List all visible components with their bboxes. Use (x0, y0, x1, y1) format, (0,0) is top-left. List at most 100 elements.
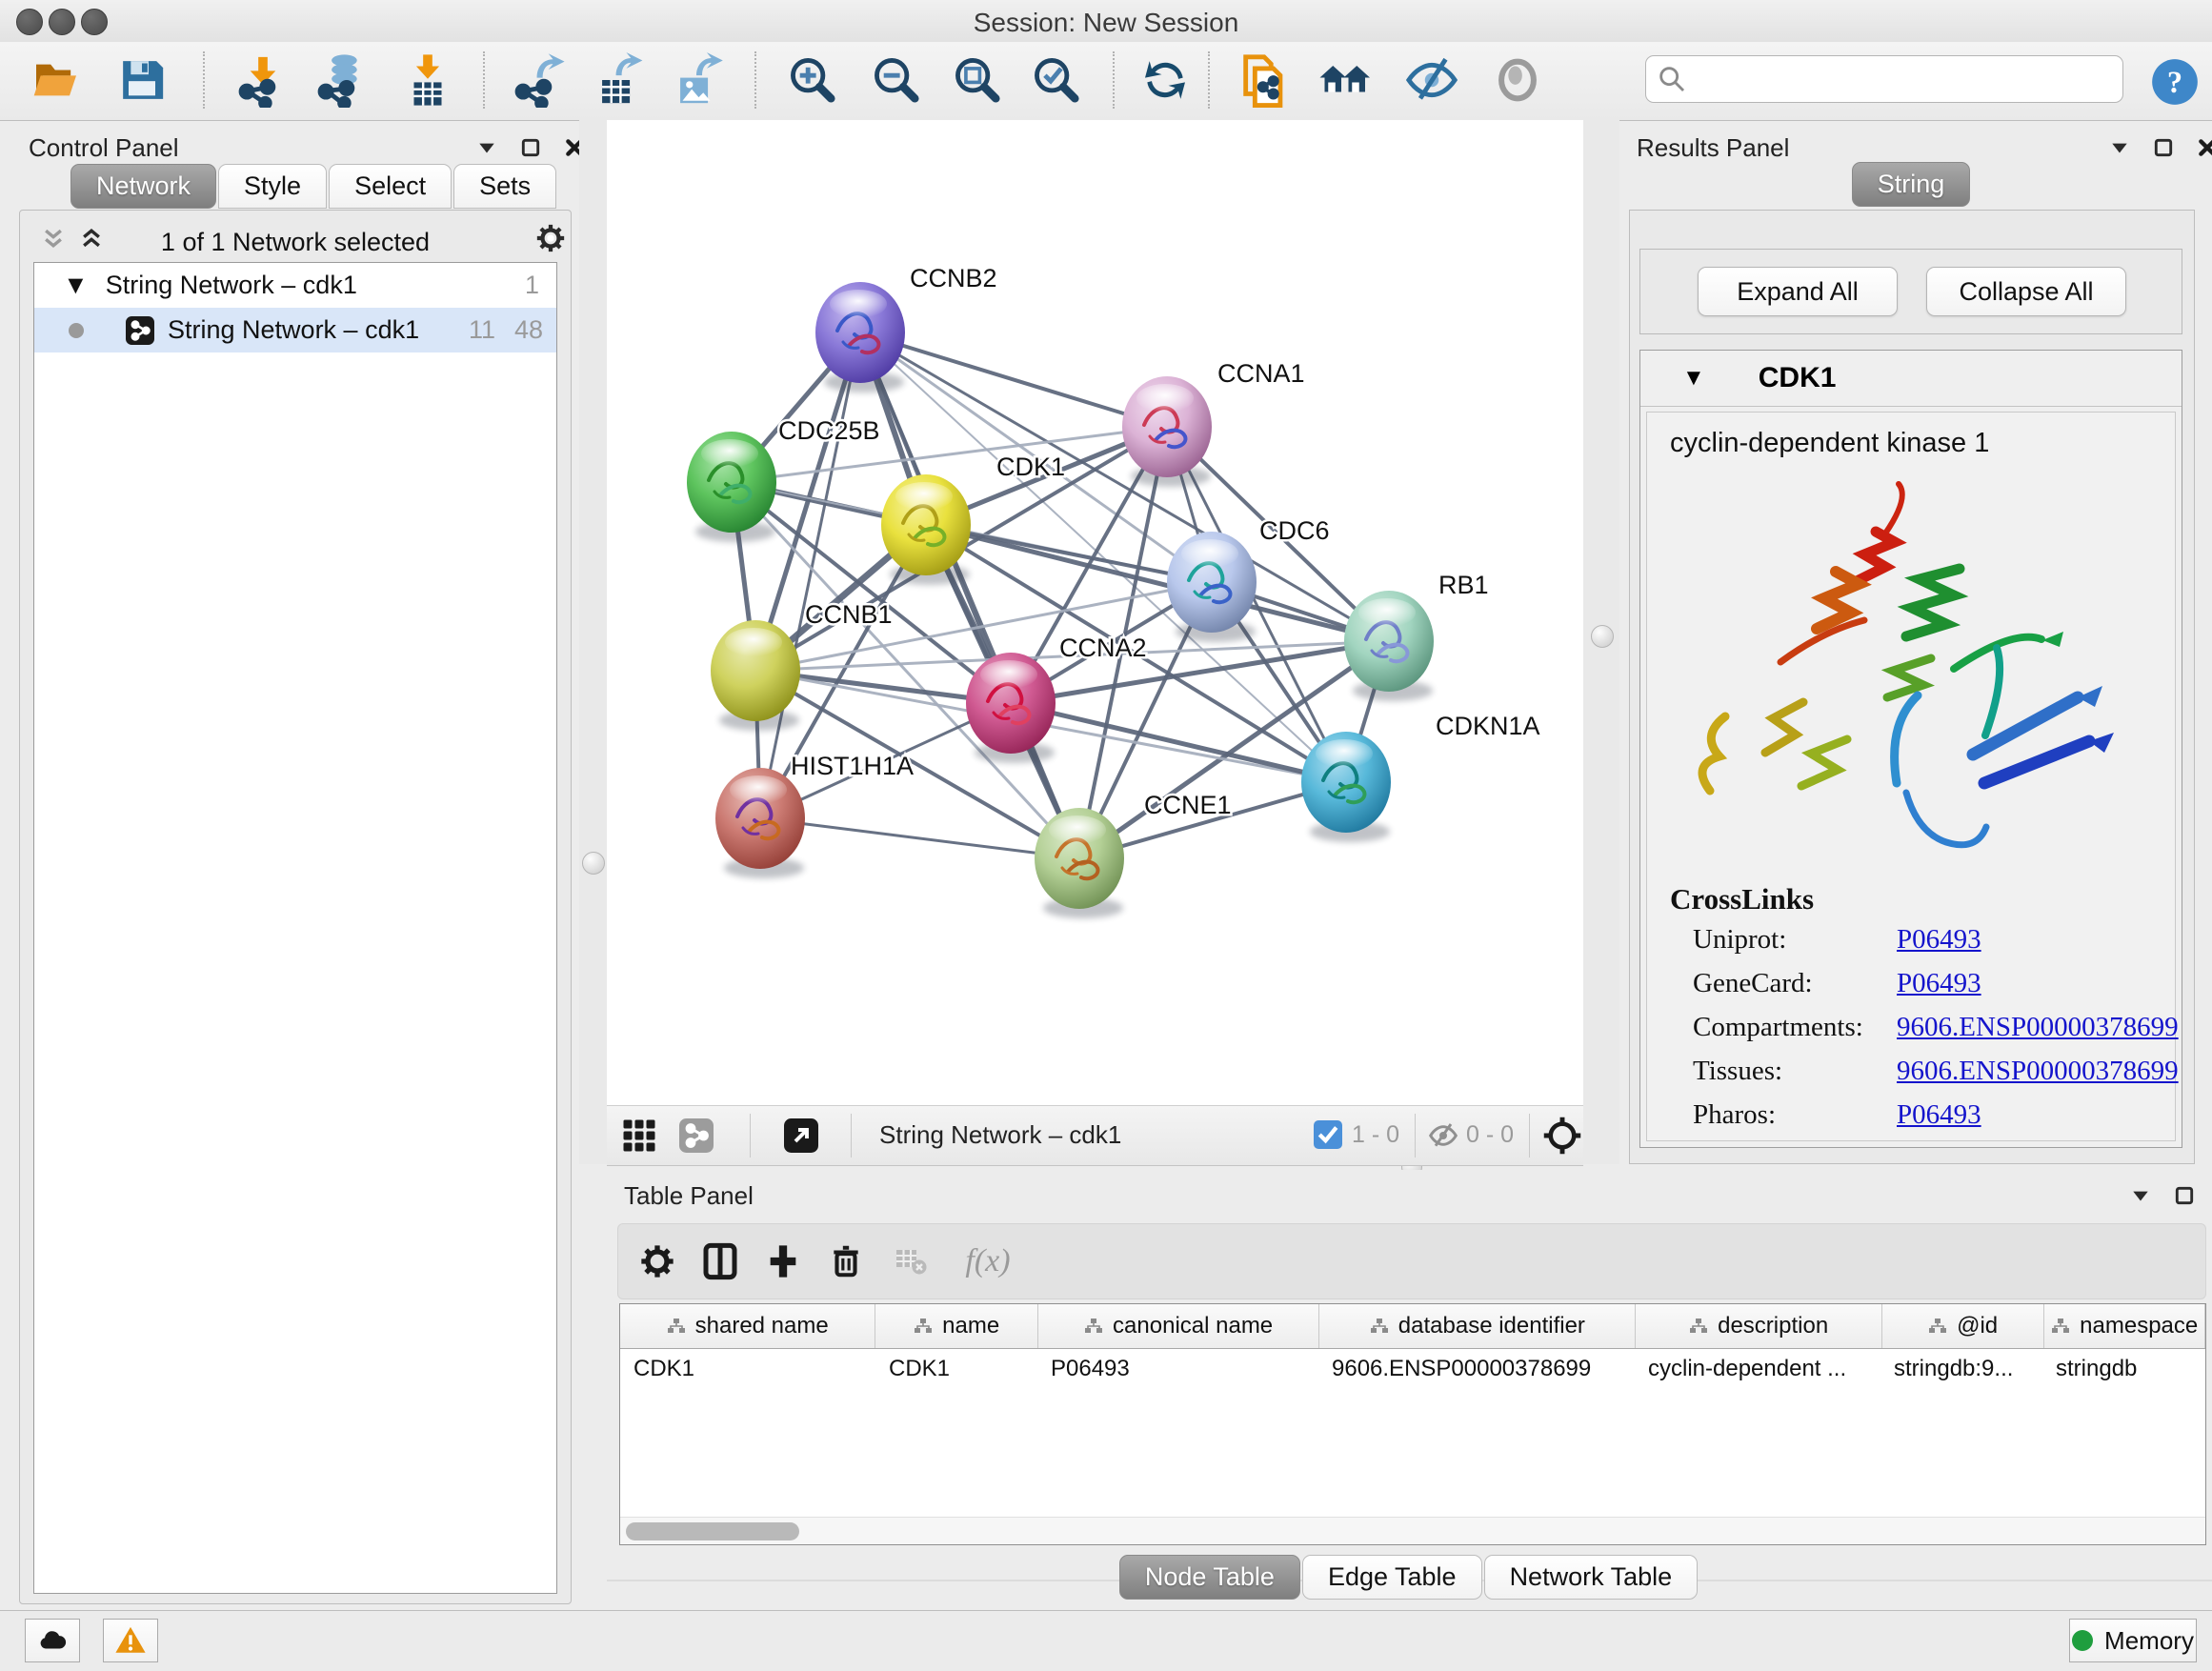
scrollbar-thumb[interactable] (626, 1522, 799, 1540)
search-field[interactable] (1645, 55, 2123, 103)
edge-CCNA2-CDKN1A[interactable] (1011, 703, 1346, 782)
crosslink-link[interactable]: 9606.ENSP00000378699 (1897, 1012, 2179, 1043)
hide-selected-icon[interactable] (1402, 50, 1461, 111)
selected-checkbox-icon[interactable] (1314, 1120, 1342, 1149)
search-input[interactable] (1692, 60, 2115, 96)
open-in-window-icon[interactable] (784, 1118, 818, 1153)
close-panel-icon[interactable] (2191, 131, 2212, 164)
crosslink-link[interactable]: P06493 (1897, 968, 1981, 999)
network-collection-row[interactable]: ▼ String Network – cdk1 1 (34, 263, 556, 308)
maximize-panel-icon[interactable] (2147, 131, 2180, 164)
maximize-panel-icon[interactable] (514, 131, 547, 164)
show-all-icon[interactable] (1488, 50, 1547, 111)
export-image-icon[interactable] (667, 50, 726, 111)
save-session-icon[interactable] (112, 50, 171, 111)
grid-view-icon[interactable] (622, 1118, 656, 1153)
expand-all-button[interactable]: Expand All (1698, 267, 1898, 316)
help-icon[interactable]: ? (2145, 51, 2204, 112)
left-splitter-handle[interactable] (582, 852, 605, 875)
results-panel: Results Panel String Expand All Collapse… (1619, 122, 2204, 1172)
node-CCNA1[interactable] (1122, 376, 1212, 487)
open-session-icon[interactable] (27, 50, 86, 111)
node-result-header[interactable]: ▼ CDK1 (1640, 351, 2182, 407)
node-CDKN1A[interactable] (1301, 732, 1391, 842)
network-view-canvas[interactable]: CCNB2 CCNA1 CDC25B CDK1 CDC6 RB1 CCNB1 C… (607, 120, 1583, 1105)
node-HIST1H1A[interactable] (715, 768, 805, 878)
zoom-in-icon[interactable] (783, 50, 842, 111)
import-table-icon[interactable] (398, 50, 457, 111)
hidden-eye-icon[interactable] (1428, 1120, 1458, 1151)
show-columns-icon[interactable] (694, 1236, 746, 1287)
warning-status-button[interactable] (103, 1619, 158, 1662)
node-CDC6[interactable] (1167, 532, 1257, 642)
column-header-canonical-name[interactable]: canonical name (1038, 1304, 1319, 1348)
edge-HIST1H1A-CCNE1[interactable] (760, 818, 1079, 858)
table-cell[interactable]: stringdb (2042, 1348, 2202, 1390)
table-cell[interactable]: stringdb:9... (1880, 1348, 2042, 1390)
import-network-database-icon[interactable] (312, 50, 372, 111)
cloud-status-button[interactable] (25, 1619, 80, 1662)
node-CCNB2[interactable] (815, 282, 905, 393)
table-cell[interactable]: CDK1 (875, 1348, 1037, 1390)
edge-CCNB2-CCNA1[interactable] (860, 332, 1167, 427)
column-header-description[interactable]: description (1636, 1304, 1881, 1348)
tab-network-table[interactable]: Network Table (1484, 1555, 1699, 1600)
collapse-all-button[interactable]: Collapse All (1926, 267, 2126, 316)
edge-CCNB2-HIST1H1A[interactable] (760, 332, 860, 818)
table-cell[interactable]: 9606.ENSP00000378699 (1318, 1348, 1635, 1390)
table-cell[interactable]: P06493 (1037, 1348, 1318, 1390)
node-CCNE1[interactable] (1035, 808, 1124, 918)
tab-edge-table[interactable]: Edge Table (1302, 1555, 1482, 1600)
node-CDK1[interactable] (881, 474, 971, 585)
export-network-icon[interactable] (510, 50, 569, 111)
tab-select[interactable]: Select (329, 164, 452, 209)
export-table-icon[interactable] (589, 50, 648, 111)
tab-style[interactable]: Style (218, 164, 327, 209)
crosslink-link[interactable]: P06493 (1897, 1099, 1981, 1131)
crosslink-link[interactable]: P06493 (1897, 924, 1981, 956)
table-cell[interactable]: cyclin-dependent ... (1635, 1348, 1880, 1390)
left-splitter[interactable] (579, 120, 607, 1164)
crosslink-link[interactable]: 9606.ENSP00000378699 (1897, 1056, 2179, 1087)
tab-string[interactable]: String (1852, 162, 1971, 207)
share-network-icon[interactable] (679, 1118, 714, 1153)
maximize-panel-icon[interactable] (2168, 1179, 2201, 1212)
zoom-fit-icon[interactable] (948, 50, 1007, 111)
zoom-out-icon[interactable] (867, 50, 926, 111)
tab-node-table[interactable]: Node Table (1119, 1555, 1300, 1600)
node-label-CCNA1: CCNA1 (1217, 359, 1305, 388)
horizontal-scrollbar[interactable] (620, 1517, 2205, 1544)
network-row-selected[interactable]: String Network – cdk1 11 48 (34, 308, 556, 352)
float-panel-icon[interactable] (2124, 1179, 2157, 1212)
column-header-database-identifier[interactable]: database identifier (1319, 1304, 1636, 1348)
first-neighbors-icon[interactable] (1317, 50, 1376, 111)
collection-expander-icon[interactable]: ▼ (63, 271, 89, 300)
float-panel-icon[interactable] (471, 131, 503, 164)
float-panel-icon[interactable] (2103, 131, 2136, 164)
right-splitter-handle[interactable] (1591, 625, 1614, 648)
tab-sets[interactable]: Sets (453, 164, 556, 209)
import-network-file-icon[interactable] (233, 50, 292, 111)
node-CCNB1[interactable] (711, 620, 800, 731)
delete-column-icon[interactable] (820, 1236, 872, 1287)
add-column-icon[interactable] (757, 1236, 809, 1287)
entry-expander-icon[interactable]: ▼ (1682, 365, 1705, 392)
node-RB1[interactable] (1344, 591, 1434, 701)
table-cell[interactable]: CDK1 (620, 1348, 875, 1390)
clone-network-icon[interactable] (1235, 50, 1294, 111)
column-header-shared-name[interactable]: shared name (620, 1304, 875, 1348)
network-list: ▼ String Network – cdk1 1 String Network… (33, 262, 557, 1594)
node-CCNA2[interactable] (966, 653, 1056, 763)
birds-eye-view-icon[interactable] (1542, 1116, 1582, 1156)
network-options-gear-icon[interactable] (534, 222, 567, 254)
column-header-namespace[interactable]: namespace (2044, 1304, 2205, 1348)
refresh-icon[interactable] (1136, 50, 1195, 111)
memory-button[interactable]: Memory (2069, 1619, 2197, 1662)
table-options-gear-icon[interactable] (632, 1236, 683, 1287)
column-header-@id[interactable]: @id (1882, 1304, 2045, 1348)
table-row[interactable]: CDK1CDK1P064939606.ENSP00000378699cyclin… (620, 1348, 2205, 1390)
column-header-name[interactable]: name (875, 1304, 1038, 1348)
zoom-selected-icon[interactable] (1027, 50, 1086, 111)
node-CDC25B[interactable] (687, 432, 776, 542)
tab-network[interactable]: Network (70, 164, 216, 209)
